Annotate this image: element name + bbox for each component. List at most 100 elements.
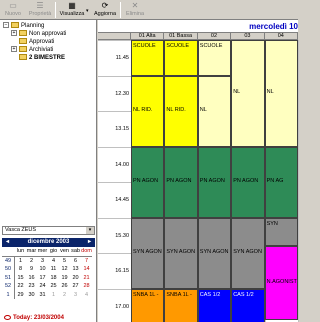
calendar-grid: lun mar mer gio ven sab dom 49 1 2 3 4 5 6 7 50 8 9 10 11 12… <box>2 247 95 299</box>
properties-icon: ☰ <box>36 1 44 10</box>
tree-item-planning[interactable]: − Planning <box>3 22 44 30</box>
schedule-event[interactable]: CAS 1/2 <box>197 288 232 322</box>
schedule-event[interactable]: SCUOLE <box>164 40 198 76</box>
column-header[interactable]: 01 Alta <box>131 33 165 40</box>
delete-button[interactable]: ✕ Elimina <box>123 1 147 19</box>
calendar-day[interactable]: 14 <box>81 265 92 274</box>
calendar-day[interactable]: 21 <box>81 274 92 283</box>
column-header-corner <box>98 33 131 40</box>
calendar-day[interactable]: 31 <box>37 291 48 300</box>
schedule-event[interactable]: PN AG <box>264 146 298 218</box>
schedule-event[interactable]: N.AGONIST <box>264 245 298 321</box>
schedule-event[interactable]: PN AGON <box>164 146 198 218</box>
schedule-event[interactable]: NL <box>197 75 232 147</box>
calendar-day[interactable]: 1 <box>48 291 59 300</box>
expand-icon[interactable]: + <box>11 46 17 53</box>
calendar-day[interactable]: 3 <box>37 257 48 266</box>
schedule-event[interactable]: NL <box>231 40 265 147</box>
time-label: 17.00 <box>115 303 129 310</box>
calendar-dow: dom <box>81 247 92 257</box>
calendar-dow: ven <box>59 247 70 257</box>
collapse-icon[interactable]: − <box>3 22 9 29</box>
calendar-day[interactable]: 20 <box>70 274 81 283</box>
calendar-day[interactable]: 19 <box>59 274 70 283</box>
prev-month-icon[interactable]: ◂ <box>3 238 12 247</box>
calendar-day[interactable]: 4 <box>48 257 59 266</box>
schedule-event[interactable]: PN AGON <box>231 146 265 218</box>
grid-column-line <box>298 40 299 322</box>
calendar-day[interactable]: 29 <box>15 291 26 300</box>
time-label: 12.30 <box>115 90 129 97</box>
calendar-day[interactable]: 11 <box>48 265 59 274</box>
calendar-dow: mer <box>37 247 48 257</box>
calendar-day[interactable]: 27 <box>70 282 81 291</box>
next-month-icon[interactable]: ▸ <box>85 238 94 247</box>
room-select[interactable]: Vasca ZEUS ▾ <box>2 226 95 235</box>
calendar-day[interactable]: 13 <box>70 265 81 274</box>
calendar-day[interactable]: 15 <box>15 274 26 283</box>
calendar-day[interactable]: 18 <box>48 274 59 283</box>
calendar-day[interactable]: 4 <box>81 291 92 300</box>
schedule-event[interactable]: SNBA 1L - <box>164 288 198 322</box>
schedule-event[interactable]: SCUOLE <box>131 40 165 76</box>
schedule-event[interactable]: NL <box>264 40 298 147</box>
today-circle-icon <box>4 314 11 320</box>
calendar-week-number: 52 <box>2 282 15 291</box>
calendar-day[interactable]: 23 <box>26 282 37 291</box>
schedule-event[interactable]: SYN AGON <box>164 217 198 289</box>
calendar-day[interactable]: 5 <box>59 257 70 266</box>
calendar-day[interactable]: 28 <box>81 282 92 291</box>
calendar-day[interactable]: 22 <box>15 282 26 291</box>
column-header[interactable]: 04 <box>264 33 298 40</box>
chevron-down-icon[interactable]: ▾ <box>86 227 94 234</box>
calendar-day[interactable]: 12 <box>59 265 70 274</box>
calendar-day[interactable]: 1 <box>15 257 26 266</box>
schedule-event[interactable]: PN AGON <box>197 146 232 218</box>
tree-item-archiviati[interactable]: + Archiviati <box>11 46 53 54</box>
view-dropdown-arrow-icon[interactable]: ▾ <box>86 8 89 14</box>
calendar-dow: mar <box>26 247 37 257</box>
tree-item-approvati[interactable]: Approvati <box>19 38 54 46</box>
today-link[interactable]: Today: 23/03/2004 <box>4 314 64 321</box>
schedule-event[interactable]: NL RID. <box>164 75 198 147</box>
folder-icon <box>19 38 27 45</box>
calendar-day[interactable]: 30 <box>26 291 37 300</box>
calendar-day[interactable]: 25 <box>48 282 59 291</box>
calendar-day[interactable]: 6 <box>70 257 81 266</box>
calendar-month-label: dicembre 2003 <box>27 239 70 245</box>
expand-icon[interactable]: + <box>11 30 17 37</box>
schedule-event[interactable]: SYN AGON <box>131 217 165 289</box>
new-button[interactable]: ▭ Nuovo <box>2 1 24 19</box>
calendar-week-number: 1 <box>2 290 15 299</box>
column-header[interactable]: 02 <box>197 33 232 40</box>
calendar-day[interactable]: 2 <box>26 257 37 266</box>
tree-item-2-bimestre[interactable]: 2 BIMESTRE <box>19 54 65 62</box>
schedule-event[interactable]: SYN AGON <box>197 217 232 289</box>
schedule-event[interactable]: SNBA 1L - <box>131 288 165 322</box>
calendar-day[interactable]: 16 <box>26 274 37 283</box>
calendar-day[interactable]: 7 <box>81 257 92 266</box>
tree-item-non-approvati[interactable]: + Non approvati <box>11 30 66 38</box>
column-header[interactable]: 03 <box>231 33 265 40</box>
folder-tree: − Planning + Non approvati Approvati + Arch… <box>0 20 97 225</box>
calendar-day[interactable]: 8 <box>15 265 26 274</box>
calendar-day[interactable]: 10 <box>37 265 48 274</box>
calendar-day[interactable]: 24 <box>37 282 48 291</box>
calendar-day[interactable]: 17 <box>37 274 48 283</box>
refresh-button[interactable]: ⟳ Aggiorna <box>91 1 119 19</box>
calendar-dow: lun <box>15 247 26 257</box>
properties-button[interactable]: ☰ Proprietà <box>26 1 54 19</box>
schedule-event[interactable]: SYN <box>264 217 298 246</box>
calendar-day[interactable]: 26 <box>59 282 70 291</box>
calendar-day[interactable]: 3 <box>70 291 81 300</box>
schedule-event[interactable]: PN AGON <box>131 146 165 218</box>
schedule-event[interactable]: SCUOLE <box>197 40 232 76</box>
view-button[interactable]: ▦ Visualizza <box>58 1 86 19</box>
schedule-event[interactable]: SYN AGON <box>231 217 265 289</box>
folder-icon <box>19 46 27 53</box>
calendar-day[interactable]: 9 <box>26 265 37 274</box>
calendar-day[interactable]: 2 <box>59 291 70 300</box>
column-header[interactable]: 01 Bassa <box>164 33 198 40</box>
schedule-event[interactable]: NL RID. <box>131 75 165 147</box>
schedule-event[interactable]: CAS 1/2 <box>231 288 265 322</box>
